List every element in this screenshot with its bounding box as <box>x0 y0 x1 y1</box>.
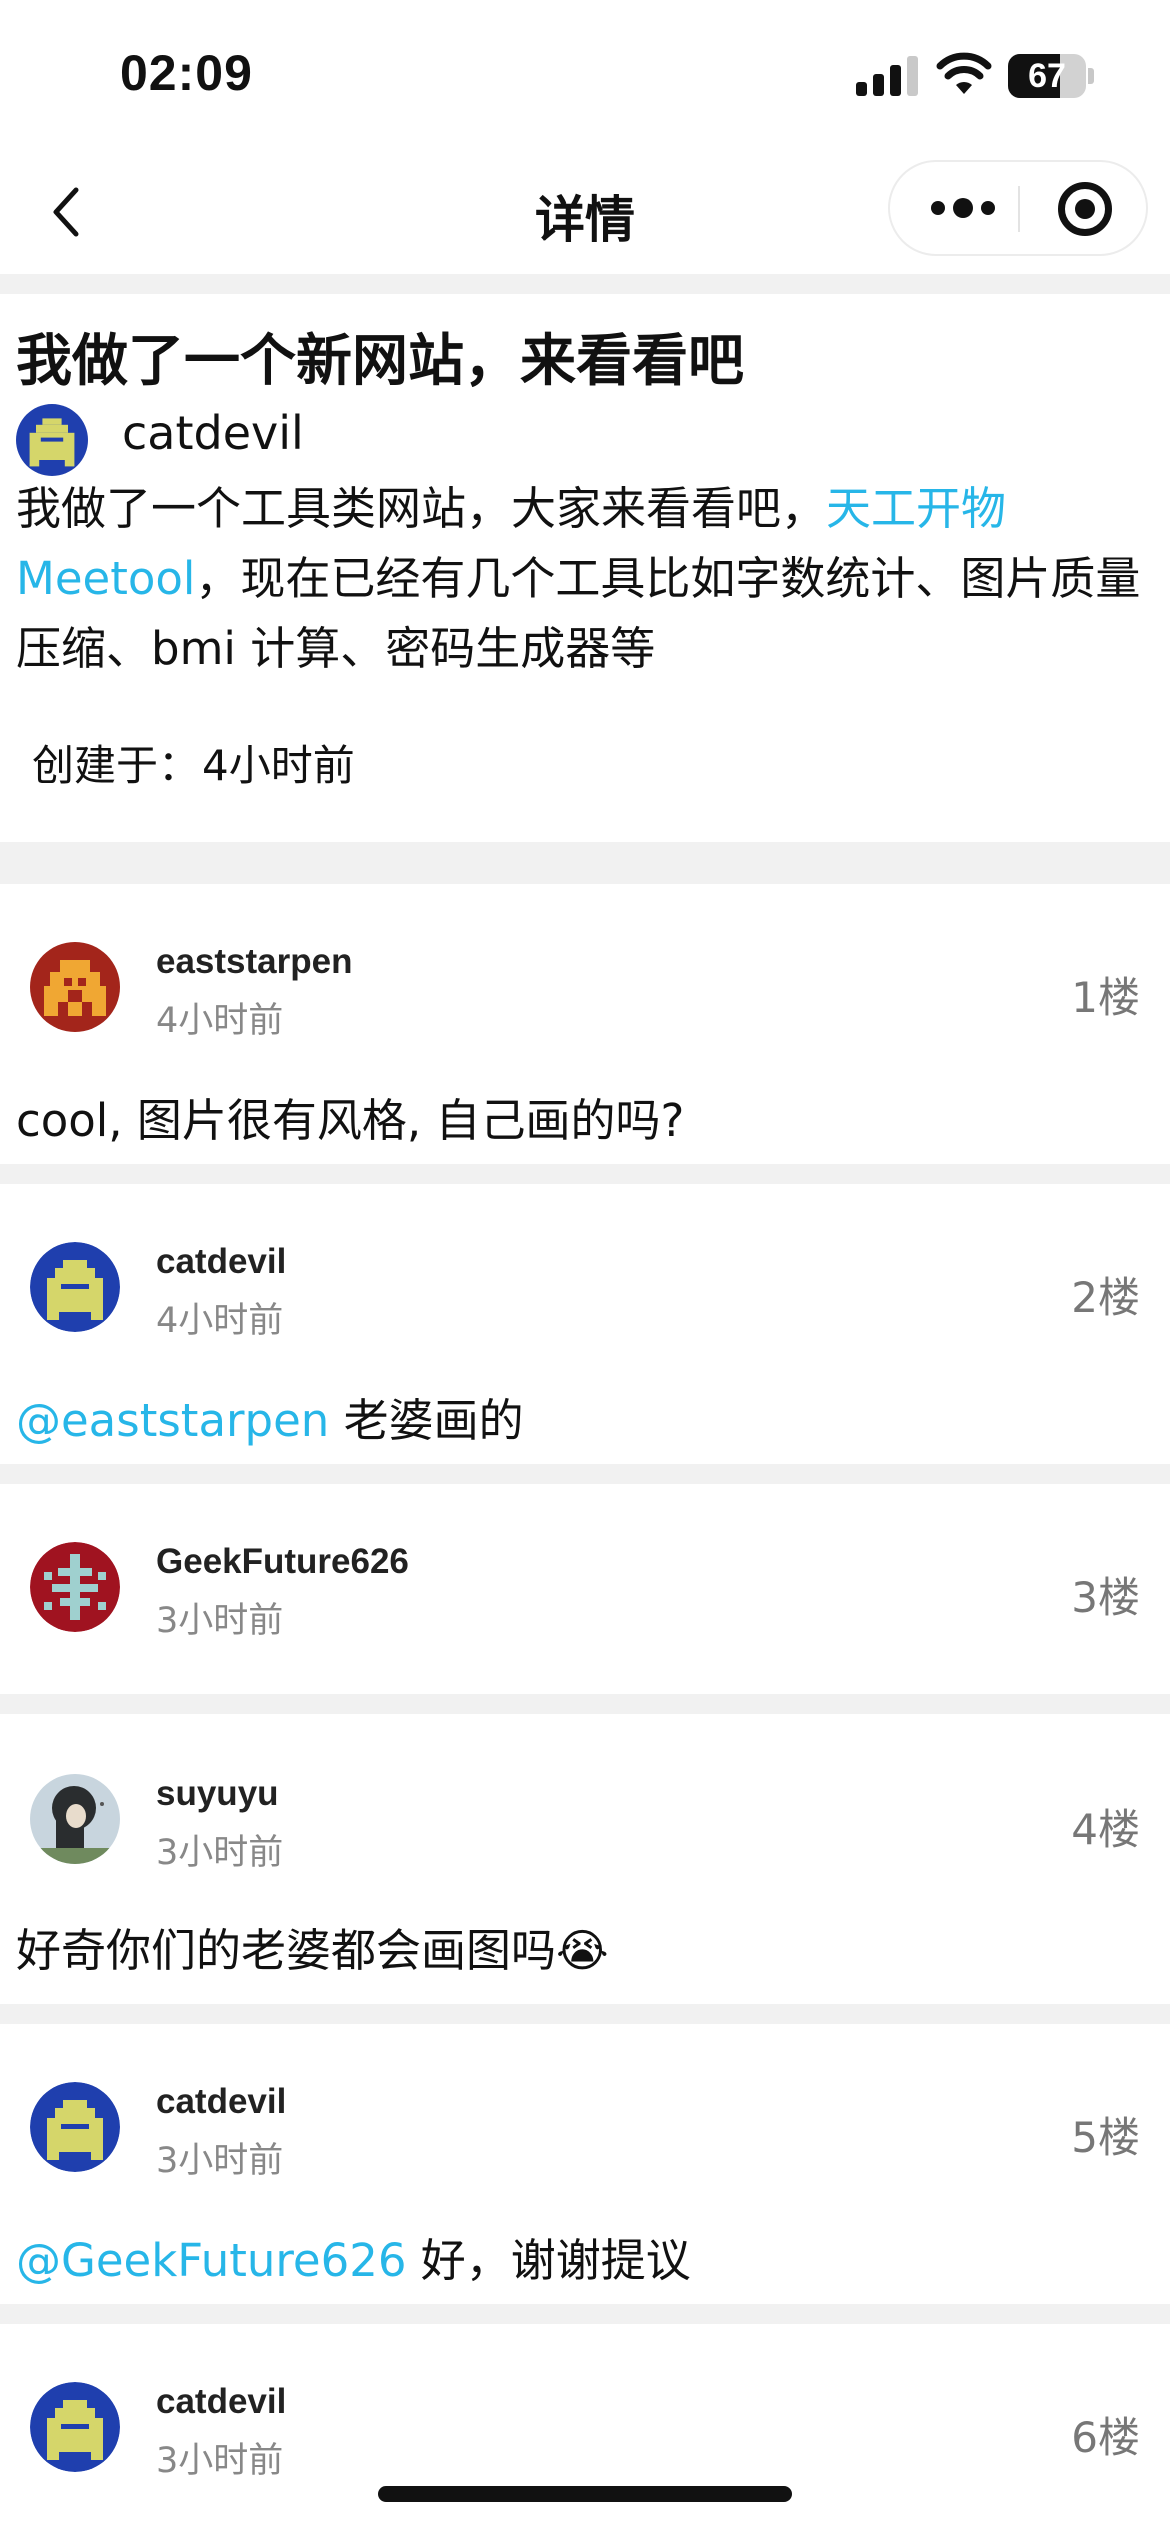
comment-item: GeekFuture626 3小时前 3楼 <box>0 1484 1170 1694</box>
comment-item: eaststarpen 4小时前 1楼 cool, 图片很有风格, 自己画的吗? <box>0 884 1170 1164</box>
comment-text: @GeekFuture626 好，谢谢提议 <box>16 2224 691 2289</box>
floor-number: 5楼 <box>1071 2113 1140 2162</box>
comment-body: 好奇你们的老婆都会画图吗😭 <box>16 1924 609 1977</box>
comment-item: catdevil 4小时前 2楼 @eaststarpen 老婆画的 <box>0 1184 1170 1464</box>
avatar[interactable] <box>30 1242 120 1332</box>
avatar[interactable] <box>30 2082 120 2172</box>
created-time: 4小时前 <box>202 741 355 790</box>
comment-body: 好，谢谢提议 <box>406 2234 691 2287</box>
battery-level: 67 <box>1028 57 1066 95</box>
comment-author[interactable]: catdevil <box>156 2382 286 2422</box>
comment-time: 3小时前 <box>156 2141 284 2181</box>
avatar[interactable] <box>30 942 120 1032</box>
comment-author[interactable]: catdevil <box>156 2082 286 2122</box>
floor-number: 1楼 <box>1071 973 1140 1022</box>
cellular-signal-icon <box>856 56 918 96</box>
comment-time: 4小时前 <box>156 1001 284 1041</box>
comment-author[interactable]: catdevil <box>156 1242 286 1282</box>
mini-program-capsule <box>888 160 1148 256</box>
floor-number: 2楼 <box>1071 1273 1140 1322</box>
comment-text: @eaststarpen 老婆画的 <box>16 1384 524 1449</box>
comment-time: 3小时前 <box>156 2441 284 2481</box>
comment-body: 老婆画的 <box>329 1394 524 1447</box>
post-card: 我做了一个新网站，来看看吧 catdevil 我做了一个工具类网站，大家来看看吧… <box>0 294 1170 842</box>
comment-item: catdevil 3小时前 5楼 @GeekFuture626 好，谢谢提议 <box>0 2024 1170 2304</box>
comment-text: cool, 图片很有风格, 自己画的吗? <box>16 1084 684 1149</box>
navigation-bar: 详情 <box>0 150 1170 274</box>
divider <box>0 1164 1170 1184</box>
battery-icon: 67 <box>1008 54 1086 98</box>
close-mini-program-icon[interactable] <box>1058 182 1112 236</box>
more-icon[interactable] <box>920 162 1006 254</box>
home-indicator <box>378 2486 792 2502</box>
post-created: 创建于：4小时前 <box>30 732 355 793</box>
comment-body: cool, 图片很有风格, 自己画的吗? <box>16 1094 685 1147</box>
post-body: 我做了一个工具类网站，大家来看看吧，天工开物 Meetool，现在已经有几个工具… <box>16 474 1156 684</box>
comment-author[interactable]: GeekFuture626 <box>156 1542 409 1582</box>
mention-link[interactable]: @eaststarpen <box>16 1394 329 1447</box>
comment-text: 好奇你们的老婆都会画图吗😭 <box>16 1914 609 1979</box>
created-label: 创建于： <box>32 741 201 790</box>
divider <box>0 274 1170 294</box>
divider <box>0 842 1170 884</box>
comment-time: 3小时前 <box>156 1601 284 1641</box>
status-time: 02:09 <box>120 45 253 101</box>
comment-author[interactable]: suyuyu <box>156 1774 279 1814</box>
avatar[interactable] <box>16 404 88 476</box>
comment-author[interactable]: eaststarpen <box>156 942 352 982</box>
comment-time: 3小时前 <box>156 1833 284 1873</box>
divider <box>0 1694 1170 1714</box>
avatar[interactable] <box>30 1774 120 1864</box>
capsule-divider <box>1018 186 1020 232</box>
post-body-text: 我做了一个工具类网站，大家来看看吧， <box>16 482 827 535</box>
divider <box>0 2304 1170 2324</box>
post-author[interactable]: catdevil <box>122 406 304 460</box>
floor-number: 6楼 <box>1071 2413 1140 2462</box>
wifi-icon <box>936 52 992 94</box>
comment-item: suyuyu 3小时前 4楼 好奇你们的老婆都会画图吗😭 <box>0 1714 1170 2004</box>
comment-time: 4小时前 <box>156 1301 284 1341</box>
avatar[interactable] <box>30 2382 120 2472</box>
avatar[interactable] <box>30 1542 120 1632</box>
post-title: 我做了一个新网站，来看看吧 <box>16 329 744 394</box>
floor-number: 4楼 <box>1071 1805 1140 1854</box>
floor-number: 3楼 <box>1071 1573 1140 1622</box>
mention-link[interactable]: @GeekFuture626 <box>16 2234 407 2287</box>
status-bar: 02:09 67 <box>0 0 1170 150</box>
divider <box>0 1464 1170 1484</box>
divider <box>0 2004 1170 2024</box>
